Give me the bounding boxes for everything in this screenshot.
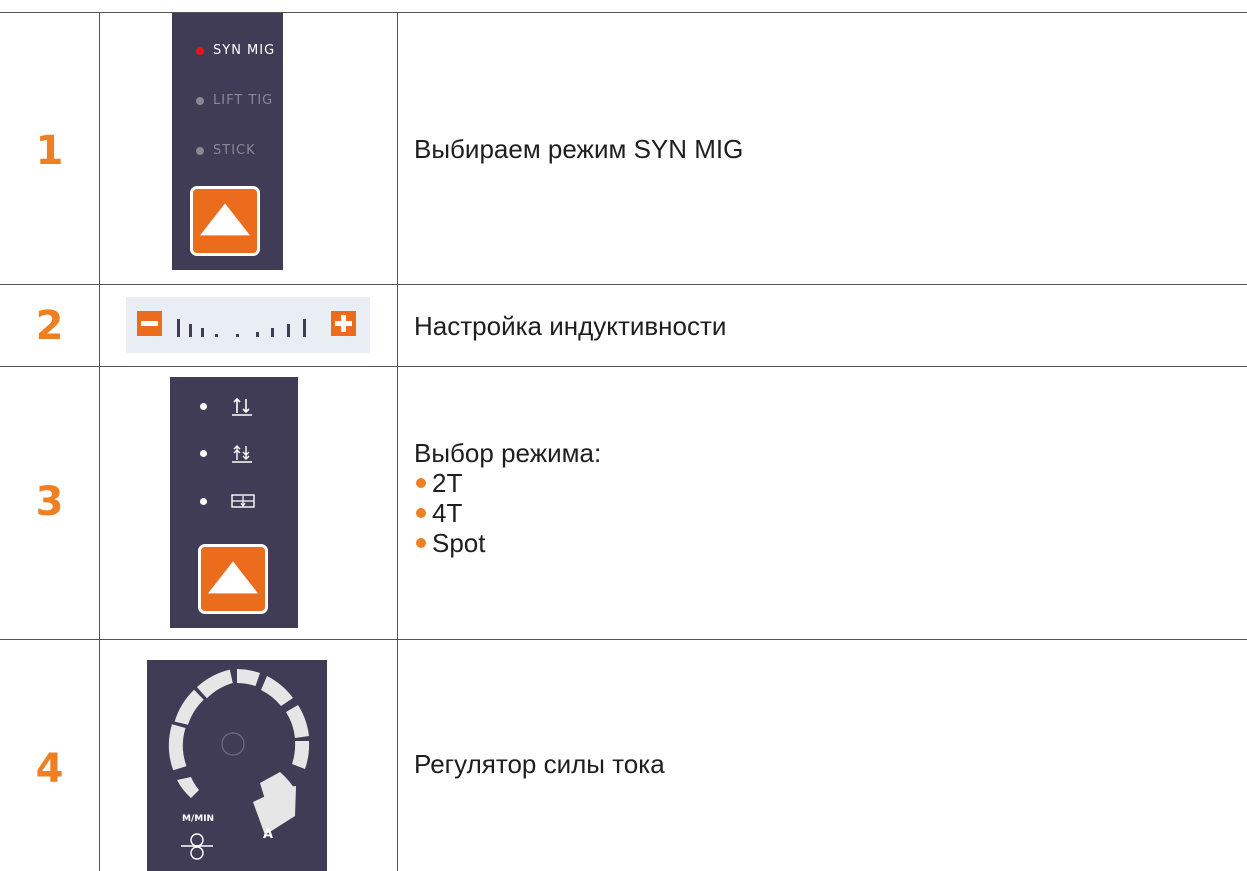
list-item: 4T bbox=[414, 498, 601, 528]
scale-tick bbox=[215, 334, 218, 337]
row-number: 1 bbox=[35, 128, 64, 174]
mode-label: STICK bbox=[213, 143, 256, 158]
4t-mode-icon bbox=[232, 445, 252, 463]
mode-4t bbox=[200, 443, 253, 463]
up-arrow-icon bbox=[200, 203, 250, 236]
row-divider bbox=[0, 366, 1247, 367]
scale-tick bbox=[177, 319, 180, 337]
led-icon bbox=[200, 449, 207, 457]
led-inactive-icon bbox=[196, 96, 204, 105]
mode-select-panel: SYN MIG LIFT TIG STICK bbox=[172, 13, 283, 270]
scale-tick bbox=[303, 319, 306, 337]
scale-tick bbox=[256, 332, 259, 337]
mode-options-list: 2T 4T Spot bbox=[414, 468, 601, 558]
mode-label: LIFT TIG bbox=[213, 93, 274, 108]
2t-mode-icon bbox=[232, 397, 252, 416]
knob-icon bbox=[168, 669, 310, 860]
row-description: Регулятор силы тока bbox=[414, 749, 665, 779]
mode-label: SYN MIG bbox=[213, 43, 276, 58]
led-icon bbox=[200, 497, 207, 505]
wire-feed-icon bbox=[181, 833, 213, 860]
led-inactive-icon bbox=[196, 146, 204, 155]
row-number: 4 bbox=[35, 746, 64, 792]
bullet-icon bbox=[416, 478, 426, 488]
led-icon bbox=[200, 402, 207, 410]
scale-tick bbox=[271, 328, 274, 337]
row-description: Настройка индуктивности bbox=[414, 311, 727, 341]
scale-tick bbox=[189, 324, 192, 337]
scale-tick bbox=[201, 328, 204, 337]
mode-stick: STICK bbox=[196, 143, 256, 158]
mode-up-button[interactable] bbox=[190, 186, 260, 256]
list-item: 2T bbox=[414, 468, 601, 498]
spot-mode-icon bbox=[231, 494, 255, 508]
wire-speed-label: M/MIN bbox=[182, 814, 215, 824]
list-item: Spot bbox=[414, 528, 601, 558]
current-regulator-panel: M/MIN A bbox=[147, 660, 327, 871]
mode-2t bbox=[200, 396, 253, 416]
column-divider bbox=[397, 12, 398, 871]
trigger-mode-panel bbox=[170, 377, 298, 628]
row-divider bbox=[0, 284, 1247, 285]
plus-icon[interactable] bbox=[331, 311, 356, 336]
led-active-icon bbox=[196, 46, 204, 55]
row-description: Выбираем режим SYN MIG bbox=[414, 134, 744, 164]
minus-icon[interactable] bbox=[137, 311, 162, 336]
mode-syn-mig: SYN MIG bbox=[196, 43, 275, 58]
up-arrow-icon bbox=[208, 561, 258, 594]
mode-spot bbox=[200, 492, 255, 510]
row-divider bbox=[0, 639, 1247, 640]
row-number: 2 bbox=[35, 303, 64, 349]
current-label: A bbox=[263, 827, 274, 842]
mode-up-button[interactable] bbox=[198, 544, 268, 614]
mode-select-heading: Выбор режима: bbox=[414, 438, 602, 468]
inductance-panel bbox=[126, 297, 370, 353]
mode-lift-tig: LIFT TIG bbox=[196, 93, 273, 108]
column-divider bbox=[99, 12, 100, 871]
scale-tick bbox=[287, 324, 290, 337]
bullet-icon bbox=[416, 538, 426, 548]
row-number: 3 bbox=[35, 479, 64, 525]
scale-tick bbox=[236, 334, 239, 337]
row-description: Выбор режима: 2T 4T Spot bbox=[414, 438, 601, 558]
bullet-icon bbox=[416, 508, 426, 518]
